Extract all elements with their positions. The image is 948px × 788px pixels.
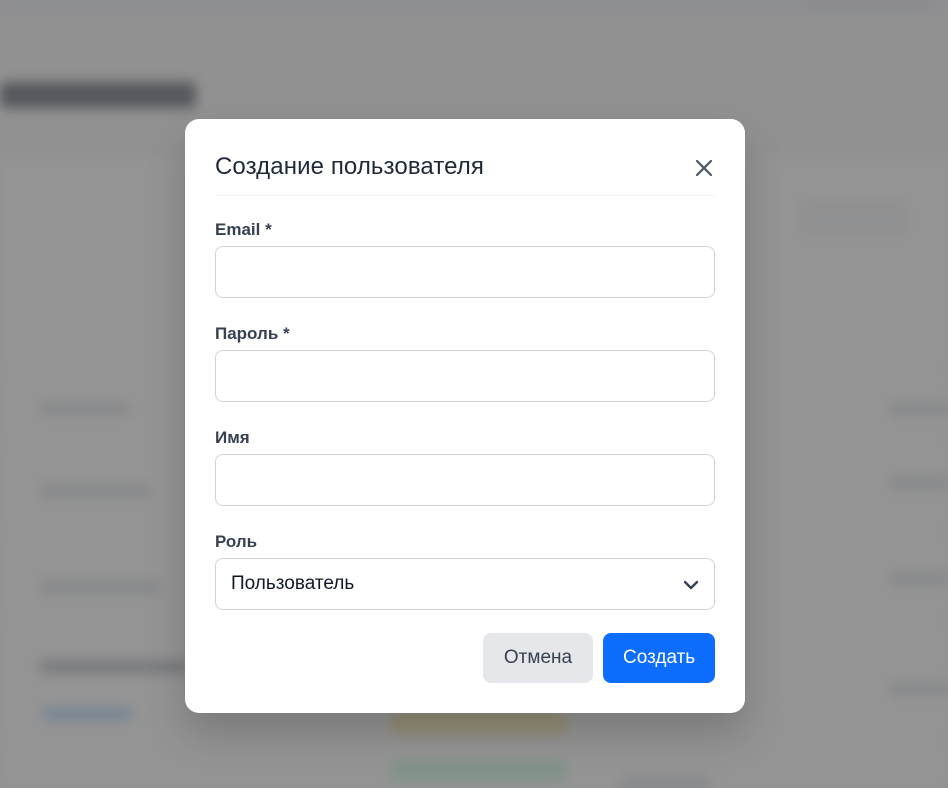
close-icon: [695, 159, 713, 177]
create-button[interactable]: Создать: [603, 633, 715, 683]
email-label: Email *: [215, 220, 272, 239]
password-input[interactable]: [215, 350, 715, 402]
name-input[interactable]: [215, 454, 715, 506]
password-field-group: Пароль *: [215, 324, 715, 402]
name-label: Имя: [215, 428, 250, 447]
email-input[interactable]: [215, 246, 715, 298]
chevron-down-icon: [683, 580, 699, 590]
email-field-group: Email *: [215, 220, 715, 298]
role-select[interactable]: Пользователь: [215, 558, 715, 610]
role-field-group: Роль Пользователь: [215, 532, 715, 610]
cancel-button[interactable]: Отмена: [483, 633, 593, 683]
dialog-header: Создание пользователя: [215, 119, 715, 196]
create-user-dialog: Создание пользователя Email * Пароль * И…: [185, 119, 745, 713]
page: Создание пользователя Email * Пароль * И…: [0, 0, 948, 788]
password-label: Пароль *: [215, 324, 290, 343]
role-label: Роль: [215, 532, 258, 551]
dialog-title: Создание пользователя: [215, 153, 484, 180]
dialog-actions: Отмена Создать: [483, 633, 715, 683]
close-button[interactable]: [691, 155, 717, 181]
name-field-group: Имя: [215, 428, 715, 506]
role-select-value: Пользователь: [231, 573, 355, 594]
